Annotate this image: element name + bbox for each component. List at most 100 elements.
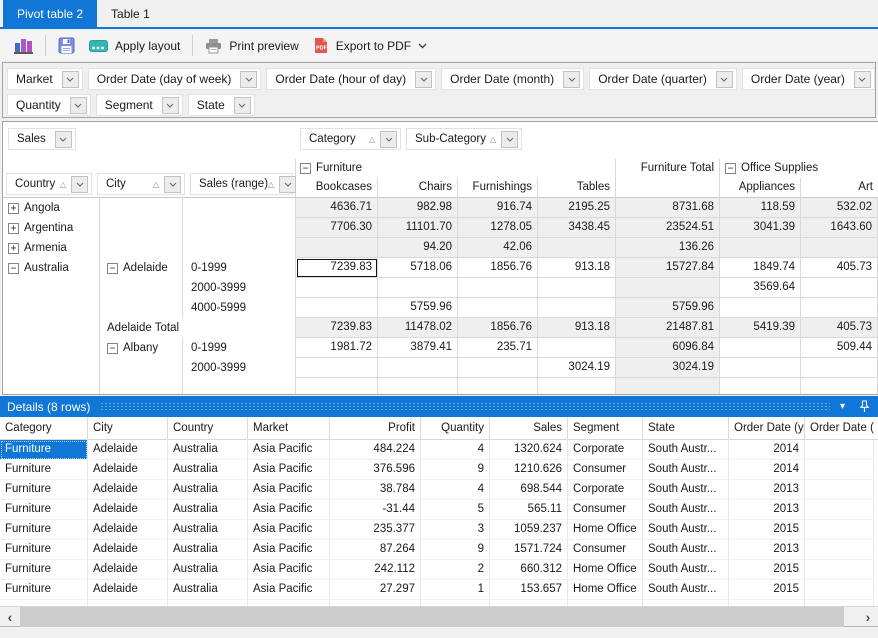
save-layout-button[interactable]	[51, 34, 82, 57]
collapse-icon[interactable]: −	[300, 163, 311, 174]
details-cell[interactable]: 2013	[729, 500, 805, 520]
details-cell[interactable]: Australia	[168, 440, 248, 460]
details-cell-selected[interactable]: Furniture	[0, 440, 88, 460]
pivot-cell[interactable]: 913.18	[538, 258, 616, 278]
pivot-cell[interactable]	[378, 278, 458, 298]
row-header-range[interactable]: 0-1999	[183, 338, 296, 358]
row-field-chip-sales-range[interactable]: Sales (range)△	[190, 173, 293, 195]
pivot-cell[interactable]	[720, 358, 801, 378]
pivot-cell[interactable]: 1278.05	[458, 218, 538, 238]
details-cell[interactable]: 2013	[729, 540, 805, 560]
column-appliances[interactable]: Appliances	[720, 178, 801, 198]
details-cell[interactable]: Consumer	[568, 500, 643, 520]
pivot-cell[interactable]	[720, 338, 801, 358]
row-header-range[interactable]: 4000-5999	[183, 298, 296, 318]
pivot-cell[interactable]	[458, 278, 538, 298]
pivot-cell[interactable]	[801, 358, 878, 378]
column-group-office-supplies[interactable]: −Office Supplies	[720, 158, 878, 178]
pivot-cell[interactable]: 405.73	[801, 318, 878, 338]
pivot-cell[interactable]: 913.18	[538, 318, 616, 338]
column-field-chip-category[interactable]: Category△	[300, 128, 401, 150]
details-cell[interactable]: Asia Pacific	[248, 560, 330, 580]
details-cell[interactable]: Asia Pacific	[248, 480, 330, 500]
details-cell[interactable]: Asia Pacific	[248, 440, 330, 460]
apply-layout-button[interactable]: Apply layout	[82, 35, 187, 57]
field-chip-order-date-hod[interactable]: Order Date (hour of day)	[266, 68, 436, 90]
pivot-cell[interactable]	[720, 298, 801, 318]
details-cell[interactable]: 5	[421, 500, 490, 520]
pivot-cell[interactable]: 532.02	[801, 198, 878, 218]
details-cell[interactable]: 87.264	[330, 540, 421, 560]
pivot-cell-selected[interactable]: 7239.83	[296, 258, 378, 278]
pivot-cell[interactable]: 1981.72	[296, 338, 378, 358]
details-cell[interactable]	[805, 580, 874, 600]
pivot-cell[interactable]: 3438.45	[538, 218, 616, 238]
pivot-cell[interactable]: 3569.64	[720, 278, 801, 298]
details-cell[interactable]	[805, 520, 874, 540]
pivot-cell[interactable]	[538, 338, 616, 358]
details-cell[interactable]: Asia Pacific	[248, 580, 330, 600]
details-cell[interactable]: Furniture	[0, 540, 88, 560]
details-cell[interactable]	[805, 460, 874, 480]
pivot-total-cell[interactable]: 23524.51	[616, 218, 720, 238]
data-field-chip-sales[interactable]: Sales	[8, 128, 76, 150]
pivot-total-cell[interactable]: 3024.19	[616, 358, 720, 378]
field-chip-market[interactable]: Market	[7, 68, 83, 90]
details-cell[interactable]: 1210.626	[490, 460, 568, 480]
pivot-cell[interactable]	[801, 238, 878, 258]
details-cell[interactable]	[805, 480, 874, 500]
chevron-down-icon[interactable]	[62, 71, 79, 88]
row-field-chip-country[interactable]: Country△	[6, 173, 92, 195]
details-cell[interactable]: Asia Pacific	[248, 500, 330, 520]
pivot-cell[interactable]: 5759.96	[378, 298, 458, 318]
details-cell[interactable]: Furniture	[0, 560, 88, 580]
details-cell[interactable]: 660.312	[490, 560, 568, 580]
pivot-cell[interactable]: 982.98	[378, 198, 458, 218]
column-chairs[interactable]: Chairs	[378, 178, 458, 198]
pivot-cell[interactable]: 7239.83	[296, 318, 378, 338]
column-tables[interactable]: Tables	[538, 178, 616, 198]
collapse-icon[interactable]: −	[8, 263, 19, 274]
print-preview-button[interactable]: Print preview	[198, 35, 305, 57]
details-cell[interactable]: Home Office	[568, 580, 643, 600]
pin-icon[interactable]	[859, 400, 870, 413]
details-cell[interactable]: Adelaide	[88, 540, 168, 560]
pivot-cell[interactable]: 1849.74	[720, 258, 801, 278]
chart-button[interactable]	[7, 35, 40, 57]
details-cell[interactable]: 1571.724	[490, 540, 568, 560]
details-cell[interactable]: 565.11	[490, 500, 568, 520]
details-cell[interactable]: 2015	[729, 520, 805, 540]
pivot-cell[interactable]: 3024.19	[538, 358, 616, 378]
pivot-cell[interactable]	[296, 298, 378, 318]
details-cell[interactable]: 242.112	[330, 560, 421, 580]
field-chip-state[interactable]: State	[188, 94, 255, 116]
pivot-cell[interactable]: 1856.76	[458, 258, 538, 278]
pivot-cell[interactable]: 5419.39	[720, 318, 801, 338]
details-column-header[interactable]: State	[643, 417, 729, 439]
field-chip-quantity[interactable]: Quantity	[7, 94, 91, 116]
field-chip-order-date-dow[interactable]: Order Date (day of week)	[88, 68, 262, 90]
details-cell[interactable]: South Austr...	[643, 580, 729, 600]
details-cell[interactable]: Adelaide	[88, 500, 168, 520]
details-cell[interactable]	[805, 560, 874, 580]
details-cell[interactable]: 1059.237	[490, 520, 568, 540]
details-cell[interactable]: Furniture	[0, 580, 88, 600]
details-cell[interactable]: Corporate	[568, 440, 643, 460]
details-cell[interactable]: Home Office	[568, 560, 643, 580]
pivot-total-cell[interactable]: 8731.68	[616, 198, 720, 218]
pivot-cell[interactable]: 94.20	[378, 238, 458, 258]
pivot-cell[interactable]: 1856.76	[458, 318, 538, 338]
details-cell[interactable]: Furniture	[0, 480, 88, 500]
pivot-cell[interactable]: 405.73	[801, 258, 878, 278]
details-cell[interactable]: 2015	[729, 560, 805, 580]
tab-pivot-table-2[interactable]: Pivot table 2	[3, 0, 97, 27]
chevron-down-icon[interactable]	[415, 71, 432, 88]
pivot-cell[interactable]	[296, 238, 378, 258]
pivot-cell[interactable]: 3041.39	[720, 218, 801, 238]
chevron-down-icon[interactable]	[71, 176, 88, 193]
details-cell[interactable]: 2013	[729, 480, 805, 500]
row-header-city-total[interactable]: Adelaide Total	[100, 318, 296, 338]
details-cell[interactable]: Australia	[168, 520, 248, 540]
pivot-cell[interactable]: 916.74	[458, 198, 538, 218]
details-cell[interactable]: 2	[421, 560, 490, 580]
